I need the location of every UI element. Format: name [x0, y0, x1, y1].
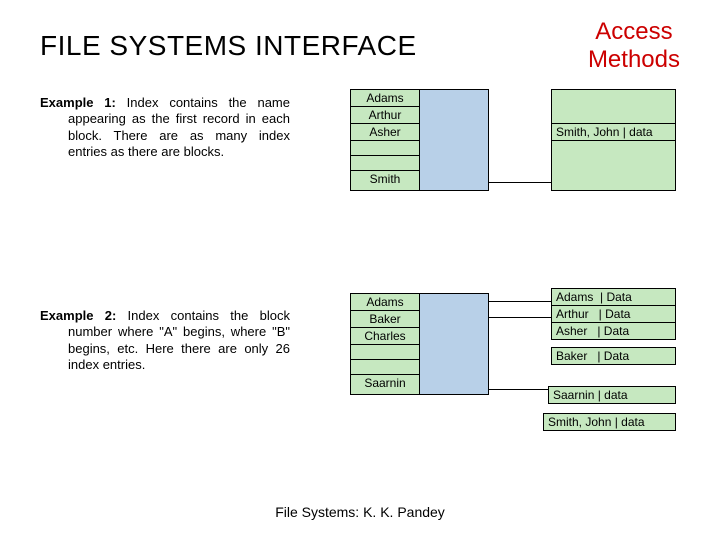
connector-d2-s: [489, 389, 548, 390]
d2-smith-r0: Smith, John | data: [544, 414, 675, 430]
footer-text: File Systems: K. K. Pandey: [0, 504, 720, 520]
d1-idx-r4: [351, 156, 419, 171]
example-1-text: Example 1: Index contains the name appea…: [40, 95, 290, 160]
d1-idx-r3: [351, 141, 419, 156]
subtitle-line2: Methods: [588, 46, 680, 73]
d2-a-r0: Adams | Data: [552, 289, 675, 306]
d2-block-b: Baker | Data: [551, 347, 676, 365]
d2-index: Adams Baker Charles Saarnin: [350, 293, 420, 395]
page-title: FILE SYSTEMS INTERFACE: [40, 30, 417, 62]
connector-d2-b: [489, 317, 551, 318]
example-2-text: Example 2: Index contains the block numb…: [40, 308, 290, 373]
d2-block-a: Adams | Data Arthur | Data Asher | Data: [551, 288, 676, 340]
d1-data-r0: [552, 90, 675, 124]
d1-idx-r0: Adams: [351, 90, 419, 107]
subtitle-line1: Access: [595, 18, 672, 45]
d2-block-s: Saarnin | data: [548, 386, 676, 404]
d1-bluecol: [419, 89, 489, 191]
d2-idx-r4: [351, 360, 419, 375]
d1-data-r1: Smith, John | data: [552, 124, 675, 141]
d2-a-r2: Asher | Data: [552, 323, 675, 339]
page-subtitle: Access Methods: [588, 18, 680, 73]
d1-idx-r5: Smith: [351, 171, 419, 187]
example-1-label: Example 1:: [40, 95, 116, 110]
d1-idx-r2: Asher: [351, 124, 419, 141]
d2-idx-r5: Saarnin: [351, 375, 419, 391]
d2-b-r0: Baker | Data: [552, 348, 675, 364]
d2-s-r0: Saarnin | data: [549, 387, 675, 403]
d2-idx-r2: Charles: [351, 328, 419, 345]
d2-bluecol: [419, 293, 489, 395]
d1-idx-r1: Arthur: [351, 107, 419, 124]
d2-idx-r3: [351, 345, 419, 360]
d2-idx-r0: Adams: [351, 294, 419, 311]
connector-d1: [489, 182, 551, 183]
d2-a-r1: Arthur | Data: [552, 306, 675, 323]
connector-d2-a: [489, 301, 551, 302]
d1-data-r2: [552, 141, 675, 191]
d1-index: Adams Arthur Asher Smith: [350, 89, 420, 191]
d2-idx-r1: Baker: [351, 311, 419, 328]
d2-block-smith: Smith, John | data: [543, 413, 676, 431]
example-2-label: Example 2:: [40, 308, 116, 323]
d1-data-block: Smith, John | data: [551, 89, 676, 191]
